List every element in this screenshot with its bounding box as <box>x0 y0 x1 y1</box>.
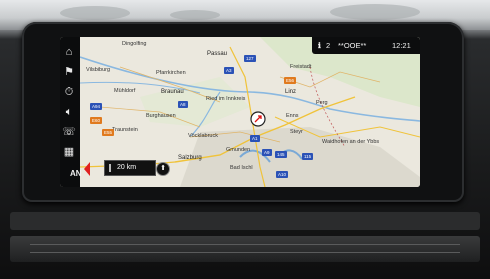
place-label: Mühldorf <box>114 88 136 94</box>
flag-icon[interactable]: ⚑ <box>62 65 76 79</box>
road-shield: E60 <box>90 117 103 124</box>
place-label: Burghausen <box>146 113 176 119</box>
place-label: Salzburg <box>178 155 202 161</box>
sidebar: ⌂ ⚑ ⏱ 🔈︎ ☏ ▦ <box>60 37 80 187</box>
place-label: Gmunden <box>226 147 251 153</box>
speaker-icon[interactable]: 🔈︎ <box>62 105 76 119</box>
place-label: Traunstein <box>112 127 138 133</box>
dashboard-trim <box>10 212 480 230</box>
status-number: 2 <box>326 41 331 50</box>
place-label: Steyr <box>290 129 303 135</box>
road-shield: A1 <box>250 135 260 142</box>
road-shield: A9 <box>262 149 272 156</box>
compass-icon[interactable]: ⬆ <box>156 162 170 176</box>
place-label: Ried im Innkreis <box>206 96 246 102</box>
road-shield: 115 <box>302 153 314 160</box>
place-label: Braunau <box>161 89 184 95</box>
back-arrow-icon[interactable] <box>84 162 90 176</box>
place-label: Pfarrkirchen <box>156 70 186 76</box>
status-bar: ℹ 2 **OOE** 12:21 <box>312 37 420 54</box>
place-label: Linz <box>285 89 297 95</box>
map-scale-button[interactable]: 20 km <box>104 160 156 176</box>
radio-station[interactable]: **OOE** <box>338 37 366 54</box>
road-shield: E56 <box>284 77 297 84</box>
place-label: Vöcklabruck <box>188 133 218 139</box>
air-vent <box>10 236 480 262</box>
place-label: Passau <box>207 51 228 57</box>
road-shield: E55 <box>102 129 115 136</box>
place-label: Enns <box>286 113 299 119</box>
an-label: AN <box>70 169 82 178</box>
road-shield: A94 <box>90 103 103 110</box>
place-label: Vilsbiburg <box>86 67 111 73</box>
map-icon[interactable]: ▦ <box>62 145 76 159</box>
info-icon[interactable]: ℹ <box>318 37 321 54</box>
clock: 12:21 <box>392 41 411 50</box>
road-shield: 145 <box>275 151 287 158</box>
road-shield: A8 <box>178 101 188 108</box>
home-icon[interactable]: ⌂ <box>62 45 76 59</box>
timer-icon[interactable]: ⏱ <box>62 85 76 99</box>
road-shield: A3 <box>224 67 234 74</box>
navigation-screen: ⌂ ⚑ ⏱ 🔈︎ ☏ ▦ Dingolfing Passau Freistadt… <box>60 37 420 187</box>
scale-distance: 20 km <box>117 164 137 171</box>
road-shield: 127 <box>244 55 256 62</box>
place-label: Dingolfing <box>122 41 147 47</box>
place-label: Waidhofen an der Ybbs <box>322 139 380 145</box>
place-label: Freistadt <box>290 64 312 70</box>
scale-bar-icon <box>109 164 111 172</box>
road-shield: A10 <box>276 171 289 178</box>
phone-icon[interactable]: ☏ <box>62 125 76 139</box>
place-label: Perg <box>316 100 328 106</box>
place-label: Bad Ischl <box>230 165 253 171</box>
